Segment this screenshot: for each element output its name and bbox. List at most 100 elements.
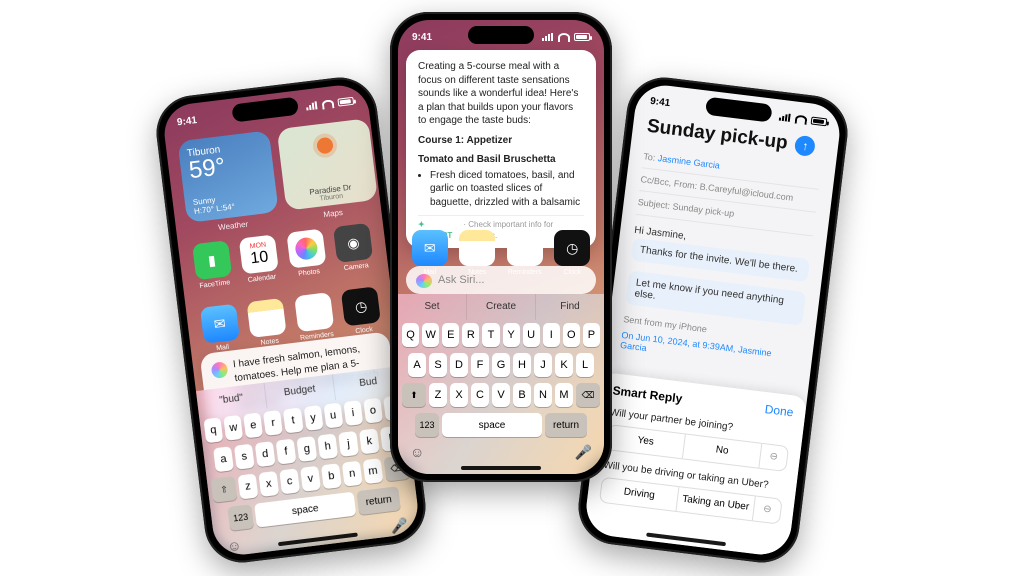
key-k[interactable]: K — [555, 353, 573, 377]
smart-reply-sheet: Smart Reply Done Will your partner be jo… — [583, 372, 807, 558]
keyboard-suggestions: Set Create Find — [398, 294, 604, 320]
key-l[interactable]: L — [576, 353, 594, 377]
key-a[interactable]: A — [408, 353, 426, 377]
phone-center-siri-response: 9:41 Creating a 5-course meal with a foc… — [390, 12, 612, 482]
suggestion-3[interactable]: Find — [536, 294, 604, 320]
key-z[interactable]: z — [238, 473, 259, 499]
choice-no[interactable]: No — [683, 434, 763, 469]
done-button[interactable]: Done — [764, 402, 794, 419]
key-i[interactable]: i — [343, 400, 363, 426]
key-b[interactable]: b — [321, 463, 342, 489]
choice-uber[interactable]: Taking an Uber — [676, 486, 756, 521]
shift-key[interactable]: ⬆ — [402, 383, 426, 407]
key-a[interactable]: a — [213, 446, 234, 472]
keyboard: "bud" Budget Bud qwertyuiop asdfghjkl ⇧ … — [196, 366, 421, 558]
ask-siri-input[interactable]: Ask Siri... — [406, 266, 596, 294]
key-i[interactable]: I — [543, 323, 560, 347]
key-x[interactable]: x — [258, 471, 279, 497]
dismiss-question-icon[interactable]: ⊖ — [753, 496, 782, 525]
key-n[interactable]: n — [342, 461, 363, 487]
return-key[interactable]: return — [356, 486, 401, 515]
space-key[interactable]: space — [442, 413, 542, 437]
clock-app[interactable]: ◷Clock — [339, 286, 384, 337]
choice-yes[interactable]: Yes — [606, 424, 686, 459]
key-h[interactable]: H — [513, 353, 531, 377]
key-o[interactable]: O — [563, 323, 580, 347]
key-h[interactable]: h — [317, 433, 338, 459]
key-v[interactable]: V — [492, 383, 510, 407]
battery-icon — [574, 33, 590, 41]
send-button[interactable]: ↑ — [794, 135, 816, 157]
mail-app[interactable]: ✉Mail — [198, 303, 243, 354]
key-c[interactable]: c — [279, 468, 300, 494]
key-z[interactable]: Z — [429, 383, 447, 407]
key-j[interactable]: j — [338, 431, 359, 457]
shift-key[interactable]: ⇧ — [211, 476, 238, 503]
key-w[interactable]: W — [422, 323, 439, 347]
notes-app[interactable]: Notes — [245, 298, 290, 349]
key-e[interactable]: E — [442, 323, 459, 347]
key-k[interactable]: k — [359, 428, 380, 454]
weather-label: Weather — [218, 220, 249, 233]
calendar-app[interactable]: MON10Calendar — [237, 234, 282, 285]
key-y[interactable]: Y — [503, 323, 520, 347]
backspace-key[interactable]: ⌫ — [576, 383, 600, 407]
key-m[interactable]: M — [555, 383, 573, 407]
key-d[interactable]: D — [450, 353, 468, 377]
response-intro: Creating a 5-course meal with a focus on… — [418, 60, 584, 128]
key-o[interactable]: o — [363, 398, 383, 424]
key-d[interactable]: d — [255, 441, 276, 467]
photos-app[interactable]: Photos — [284, 228, 329, 279]
weather-widget[interactable]: Tiburon 59° Sunny H:70° L:54° — [177, 130, 278, 223]
key-e[interactable]: e — [243, 412, 263, 438]
app-row-1: ▮FaceTime MON10Calendar Photos ◉Camera — [178, 221, 388, 292]
key-g[interactable]: g — [296, 436, 317, 462]
key-j[interactable]: J — [534, 353, 552, 377]
facetime-app[interactable]: ▮FaceTime — [190, 240, 235, 291]
key-s[interactable]: S — [429, 353, 447, 377]
mic-key[interactable]: 🎤 — [389, 516, 408, 535]
key-g[interactable]: G — [492, 353, 510, 377]
reminders-app[interactable]: Reminders — [292, 292, 337, 343]
maps-label: Maps — [323, 208, 344, 219]
siri-response-card[interactable]: Creating a 5-course meal with a focus on… — [406, 50, 596, 248]
key-r[interactable]: R — [462, 323, 479, 347]
mail-subject-field[interactable]: Sunday pick-up — [672, 202, 735, 219]
emoji-key[interactable]: ☺ — [226, 537, 242, 556]
camera-app[interactable]: ◉Camera — [331, 223, 376, 274]
key-q[interactable]: q — [203, 417, 223, 443]
key-t[interactable]: T — [482, 323, 499, 347]
key-r[interactable]: r — [263, 410, 283, 436]
suggestion-2[interactable]: Create — [467, 294, 536, 320]
key-c[interactable]: C — [471, 383, 489, 407]
numbers-key[interactable]: 123 — [415, 413, 439, 437]
choice-driving[interactable]: Driving — [600, 477, 680, 512]
suggestion-1[interactable]: Set — [398, 294, 467, 320]
mail-to[interactable]: Jasmine Garcia — [657, 153, 720, 171]
mic-key[interactable]: 🎤 — [575, 444, 592, 461]
status-time: 9:41 — [176, 115, 197, 128]
mail-body[interactable]: Hi Jasmine, Thanks for the invite. We'll… — [620, 225, 812, 372]
key-p[interactable]: P — [583, 323, 600, 347]
key-t[interactable]: t — [283, 408, 303, 434]
key-y[interactable]: y — [303, 405, 323, 431]
maps-widget[interactable]: Paradise Dr Tiburon — [277, 118, 378, 211]
key-s[interactable]: s — [234, 444, 255, 470]
dismiss-question-icon[interactable]: ⊖ — [759, 443, 788, 472]
home-indicator[interactable] — [461, 466, 541, 470]
key-m[interactable]: m — [363, 458, 384, 484]
return-key[interactable]: return — [545, 413, 587, 437]
key-n[interactable]: N — [534, 383, 552, 407]
key-w[interactable]: w — [223, 415, 243, 441]
key-u[interactable]: u — [323, 403, 343, 429]
dynamic-island — [468, 26, 534, 44]
key-u[interactable]: U — [523, 323, 540, 347]
key-f[interactable]: f — [276, 439, 297, 465]
emoji-key[interactable]: ☺ — [410, 444, 424, 461]
key-q[interactable]: Q — [402, 323, 419, 347]
key-f[interactable]: F — [471, 353, 489, 377]
key-v[interactable]: v — [300, 466, 321, 492]
key-b[interactable]: B — [513, 383, 531, 407]
numbers-key[interactable]: 123 — [227, 504, 254, 531]
key-x[interactable]: X — [450, 383, 468, 407]
